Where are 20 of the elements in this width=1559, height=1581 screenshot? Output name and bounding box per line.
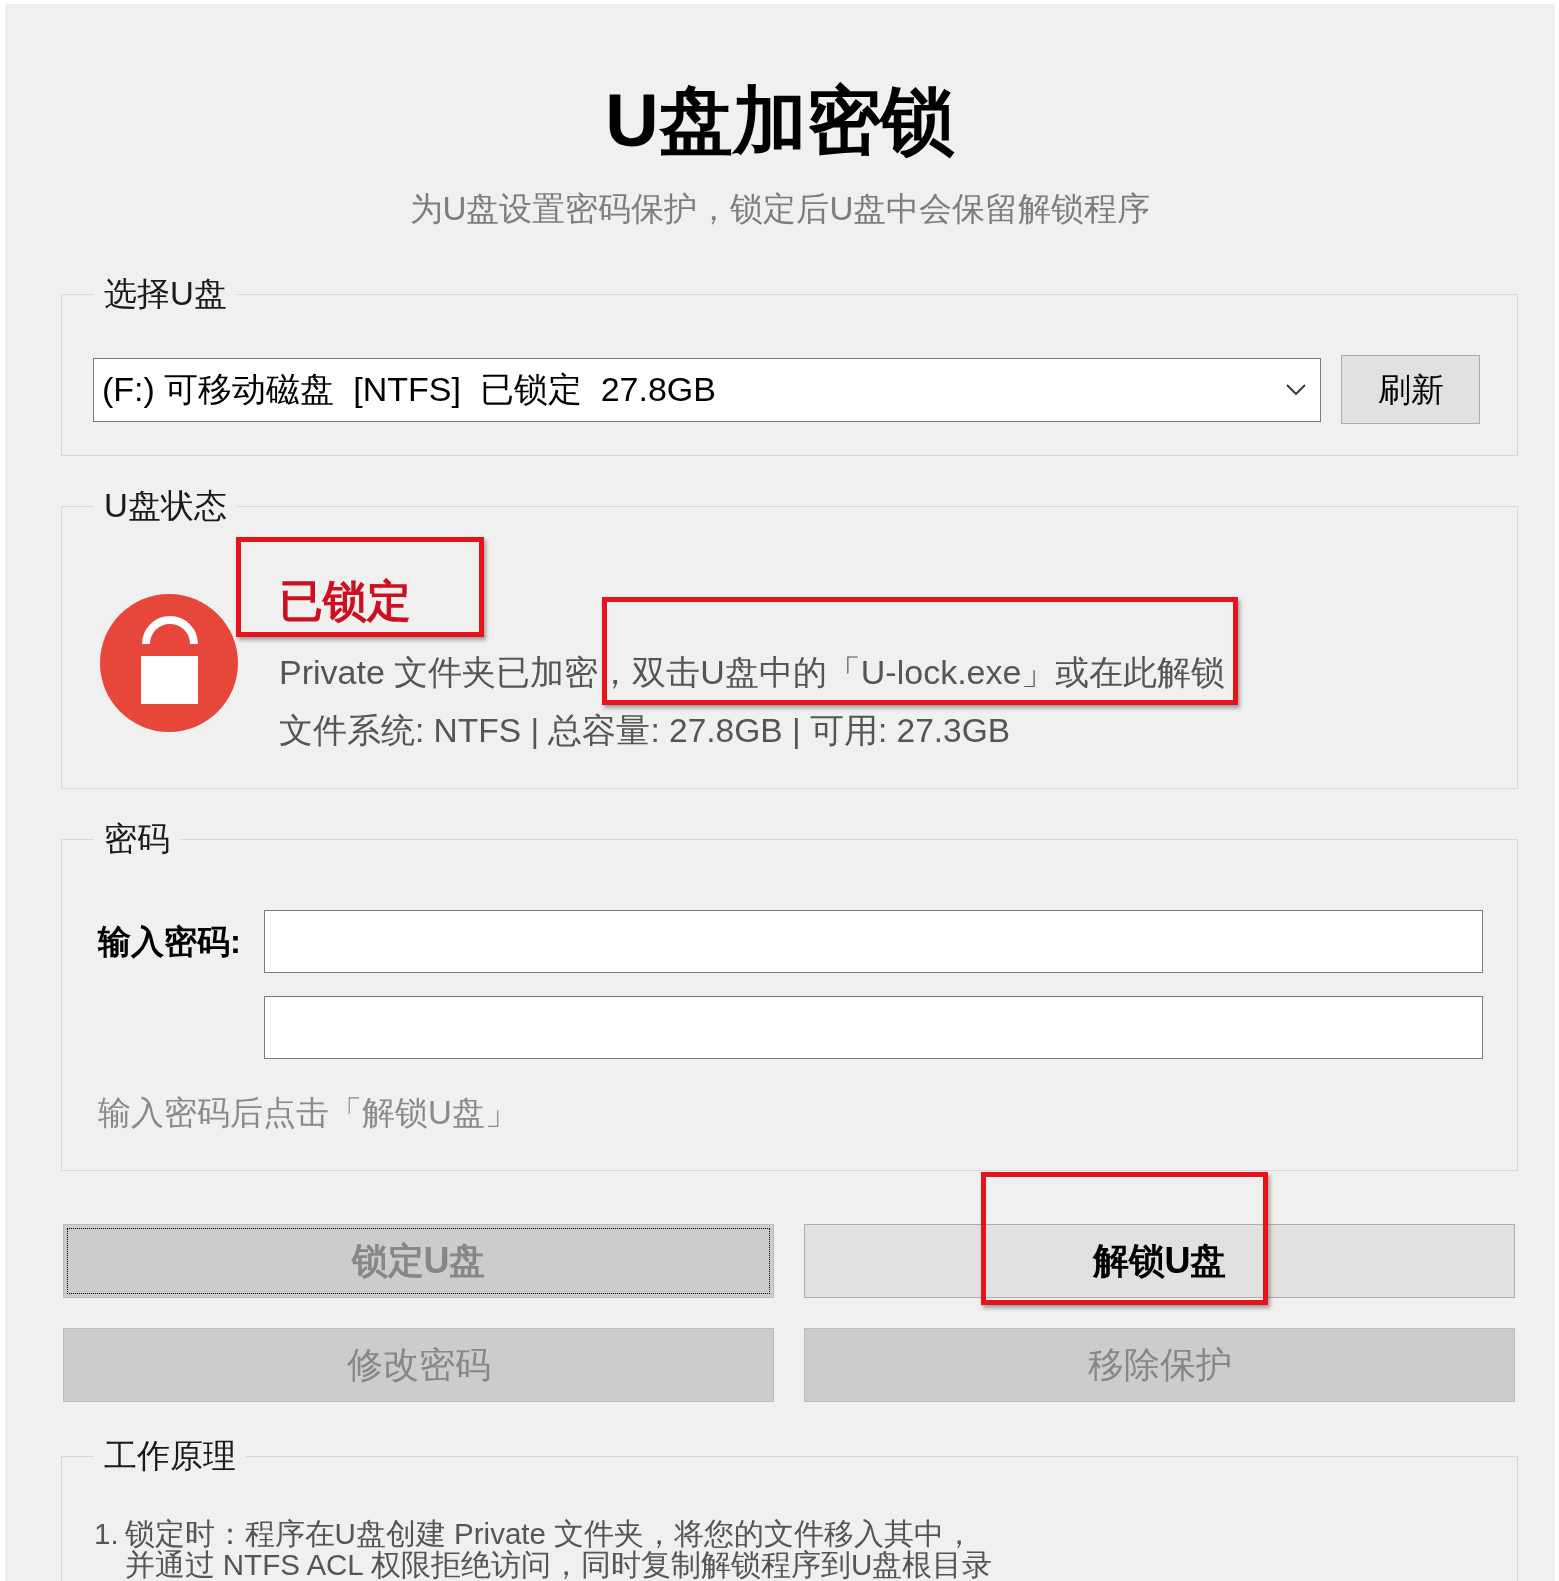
padlock-icon <box>100 594 238 732</box>
password-field[interactable] <box>264 910 1483 973</box>
hint-text: 输入密码后点击「解锁U盘」 <box>98 1093 518 1133</box>
chevron-down-icon <box>1286 383 1306 396</box>
section-title: 密码 <box>104 820 170 857</box>
section-title: 工作原理 <box>104 1437 236 1474</box>
status-text: 已锁定 <box>279 575 411 627</box>
step-text: 锁定时：程序在U盘创建 Private 文件夹，将您的文件移入其中， 并通过 NTFS ACL 权限拒绝访问，同时复制解锁程序到U盘根目录 <box>124 1518 993 1580</box>
drive-details: 文件系统: NTFS | 总容量: 27.8GB | 可用: 27.3GB <box>279 711 1011 751</box>
list-number: 1. <box>94 1518 119 1549</box>
app-title: U盘加密锁 <box>605 84 955 158</box>
password-field[interactable] <box>264 996 1483 1059</box>
drive-dropdown[interactable]: (F:) 可移动磁盘 [NTFS] 已锁定 27.8GB <box>93 357 1321 422</box>
refresh-button[interactable]: 刷新 <box>1341 355 1480 424</box>
field-label: 输入密码: <box>98 921 241 962</box>
subtitle: 为U盘设置密码保护，锁定后U盘中会保留解锁程序 <box>409 189 1151 229</box>
action-button[interactable]: 解锁U盘 <box>804 1224 1515 1298</box>
status-description: Private 文件夹已加密，双击U盘中的「U-lock.exe」或在此解锁 <box>279 652 1226 692</box>
section-title: U盘状态 <box>104 487 227 524</box>
section-title: 选择U盘 <box>104 275 227 312</box>
